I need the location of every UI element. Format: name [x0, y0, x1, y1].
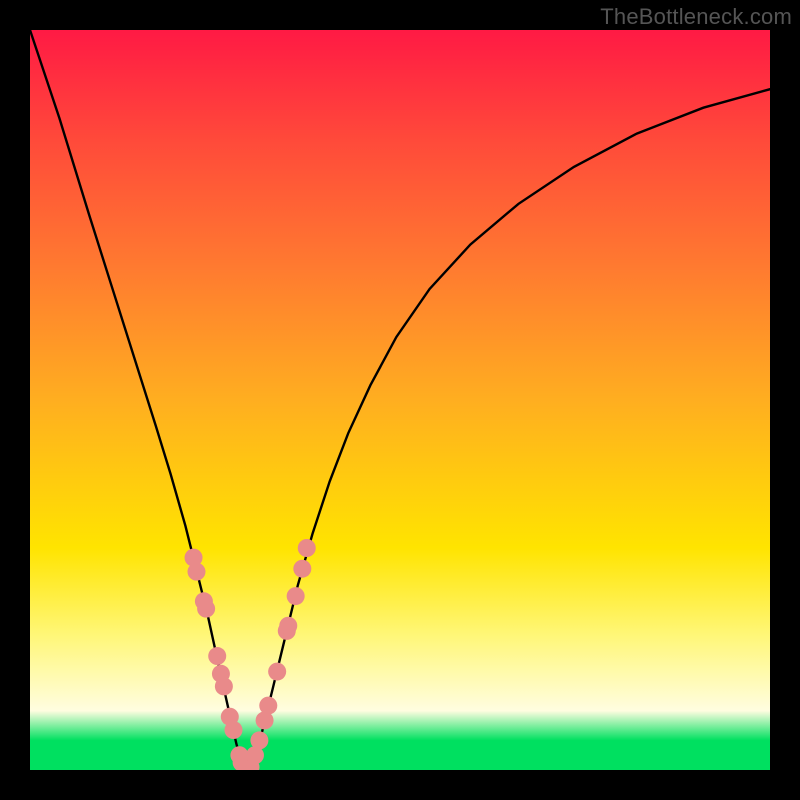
highlight-point: [268, 663, 286, 681]
highlight-point: [287, 587, 305, 605]
highlight-point: [250, 731, 268, 749]
watermark-text: TheBottleneck.com: [600, 4, 792, 30]
chart-frame: TheBottleneck.com: [0, 0, 800, 800]
bottleneck-curve: [30, 30, 770, 770]
highlight-point: [197, 600, 215, 618]
highlight-point: [215, 677, 233, 695]
highlight-point: [208, 647, 226, 665]
highlight-point: [279, 617, 297, 635]
highlight-points: [185, 539, 316, 770]
highlight-point: [293, 560, 311, 578]
highlight-point: [225, 721, 243, 739]
chart-svg-layer: [30, 30, 770, 770]
chart-plot-area: [30, 30, 770, 770]
highlight-point: [259, 697, 277, 715]
highlight-point: [298, 539, 316, 557]
highlight-point: [188, 563, 206, 581]
